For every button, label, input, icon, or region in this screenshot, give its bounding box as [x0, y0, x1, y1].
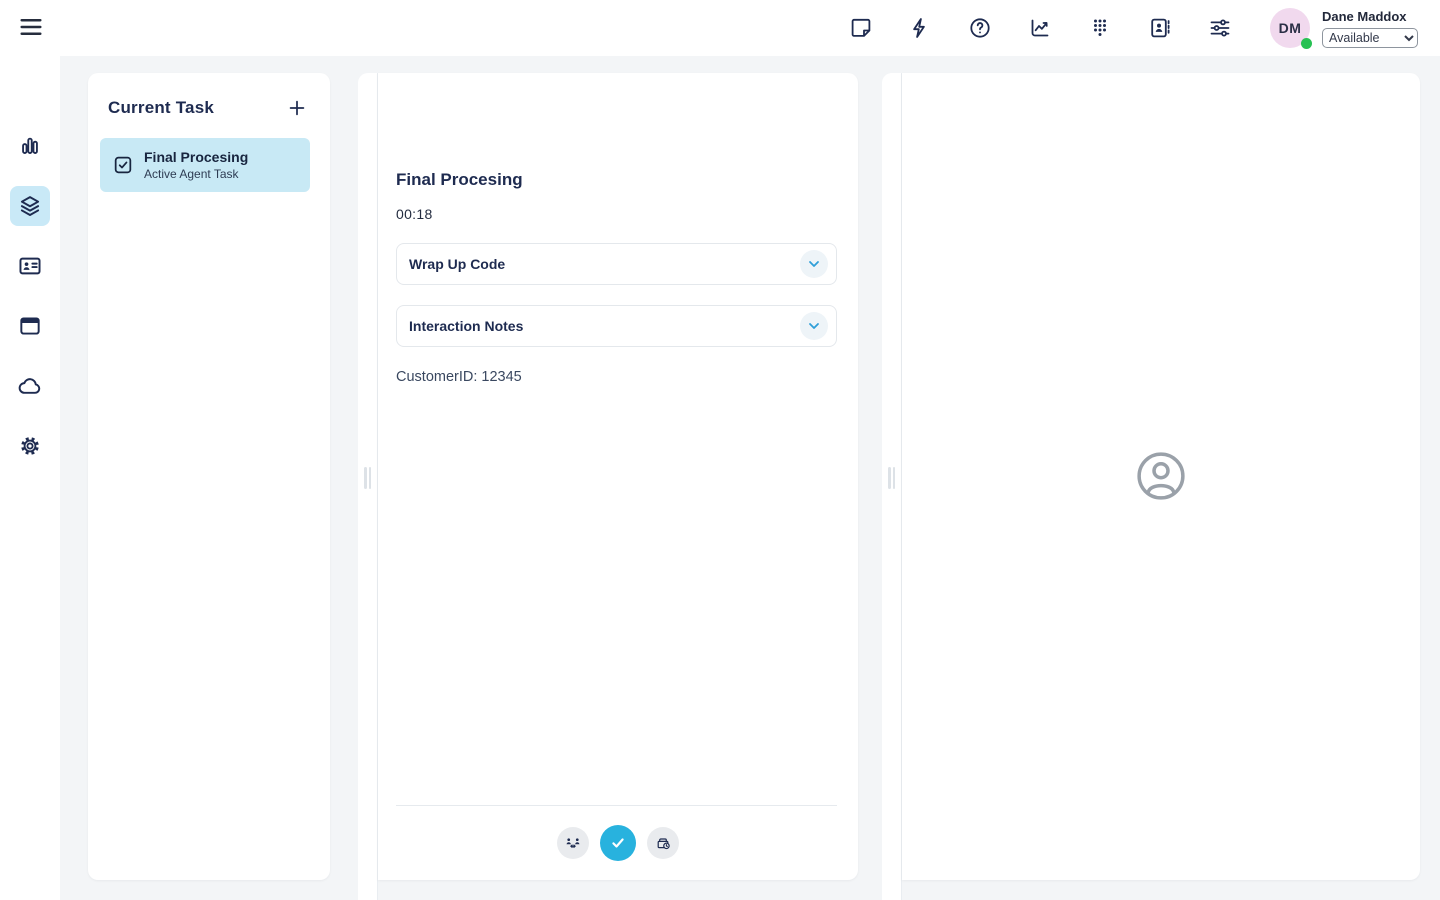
interaction-notes-label: Interaction Notes: [409, 318, 523, 334]
profile-panel: [902, 73, 1420, 880]
task-checkbox-icon: [112, 154, 134, 176]
performance-icon: [1028, 16, 1052, 40]
resize-handle[interactable]: [888, 467, 895, 489]
status-dot: [1301, 38, 1312, 49]
nav-settings-button[interactable]: [10, 426, 50, 466]
chevron-circle: [800, 312, 828, 340]
interactions-icon: [17, 193, 43, 219]
current-task-panel: Current Task Final Procesing Active Agen…: [88, 73, 330, 880]
task-item-title: Final Procesing: [144, 149, 248, 165]
actions-divider: [396, 805, 837, 806]
profile-placeholder: [1133, 448, 1189, 509]
work-panel: Final Procesing 00:18 Wrap Up Code Inter…: [378, 73, 858, 880]
transfer-icon: [564, 834, 582, 852]
help-button[interactable]: [962, 10, 998, 46]
chevron-down-icon: [806, 318, 822, 334]
dialpad-icon: [1088, 16, 1112, 40]
complete-task-button[interactable]: [600, 825, 636, 861]
top-bar: DM Dane Maddox Available: [0, 0, 1440, 56]
account-circle-icon: [1133, 448, 1189, 504]
settings-icon: [17, 433, 43, 459]
resize-handle[interactable]: [364, 467, 371, 489]
add-task-button[interactable]: [284, 95, 310, 121]
hamburger-icon: [17, 13, 45, 41]
work-panel-title: Final Procesing: [396, 170, 523, 190]
left-nav-rail: [0, 56, 60, 900]
notes-icon: [849, 16, 873, 40]
preferences-button[interactable]: [1202, 10, 1238, 46]
plus-icon: [286, 97, 308, 119]
nav-interactions-button[interactable]: [10, 186, 50, 226]
interaction-notes-accordion[interactable]: Interaction Notes: [396, 305, 837, 347]
status-select[interactable]: Available: [1322, 28, 1418, 48]
task-list-item[interactable]: Final Procesing Active Agent Task: [100, 138, 310, 192]
task-item-subtitle: Active Agent Task: [144, 167, 248, 181]
nav-apps-button[interactable]: [10, 306, 50, 346]
contacts-button[interactable]: [1142, 10, 1178, 46]
panel-resize-gutter-left: [358, 73, 378, 900]
park-interaction-icon: [654, 834, 672, 852]
quick-actions-icon: [908, 16, 932, 40]
dialpad-button[interactable]: [1082, 10, 1118, 46]
help-icon: [968, 16, 992, 40]
preferences-icon: [1208, 16, 1232, 40]
work-actions-bar: [378, 825, 858, 861]
performance-button[interactable]: [1022, 10, 1058, 46]
park-interaction-button[interactable]: [647, 827, 679, 859]
task-timer: 00:18: [396, 206, 433, 222]
check-icon: [608, 833, 628, 853]
panel-resize-gutter-right: [882, 73, 902, 900]
user-name: Dane Maddox: [1322, 9, 1407, 24]
contacts-icon: [1148, 16, 1172, 40]
nav-cloud-button[interactable]: [10, 366, 50, 406]
nav-contact-card-button[interactable]: [10, 246, 50, 286]
user-avatar[interactable]: DM: [1270, 8, 1310, 48]
hamburger-menu-button[interactable]: [14, 12, 48, 44]
wrap-up-code-label: Wrap Up Code: [409, 256, 505, 272]
current-task-title: Current Task: [108, 98, 214, 118]
quick-actions-button[interactable]: [902, 10, 938, 46]
activity-icon: [17, 133, 43, 159]
avatar-initials: DM: [1279, 20, 1302, 36]
chevron-down-icon: [806, 256, 822, 272]
nav-activity-button[interactable]: [10, 126, 50, 166]
chevron-circle: [800, 250, 828, 278]
customer-id-text: CustomerID: 12345: [396, 369, 522, 385]
contact-card-icon: [17, 253, 43, 279]
notes-button[interactable]: [843, 10, 879, 46]
transfer-button[interactable]: [557, 827, 589, 859]
apps-window-icon: [17, 313, 43, 339]
wrap-up-code-accordion[interactable]: Wrap Up Code: [396, 243, 837, 285]
cloud-icon: [17, 373, 43, 399]
